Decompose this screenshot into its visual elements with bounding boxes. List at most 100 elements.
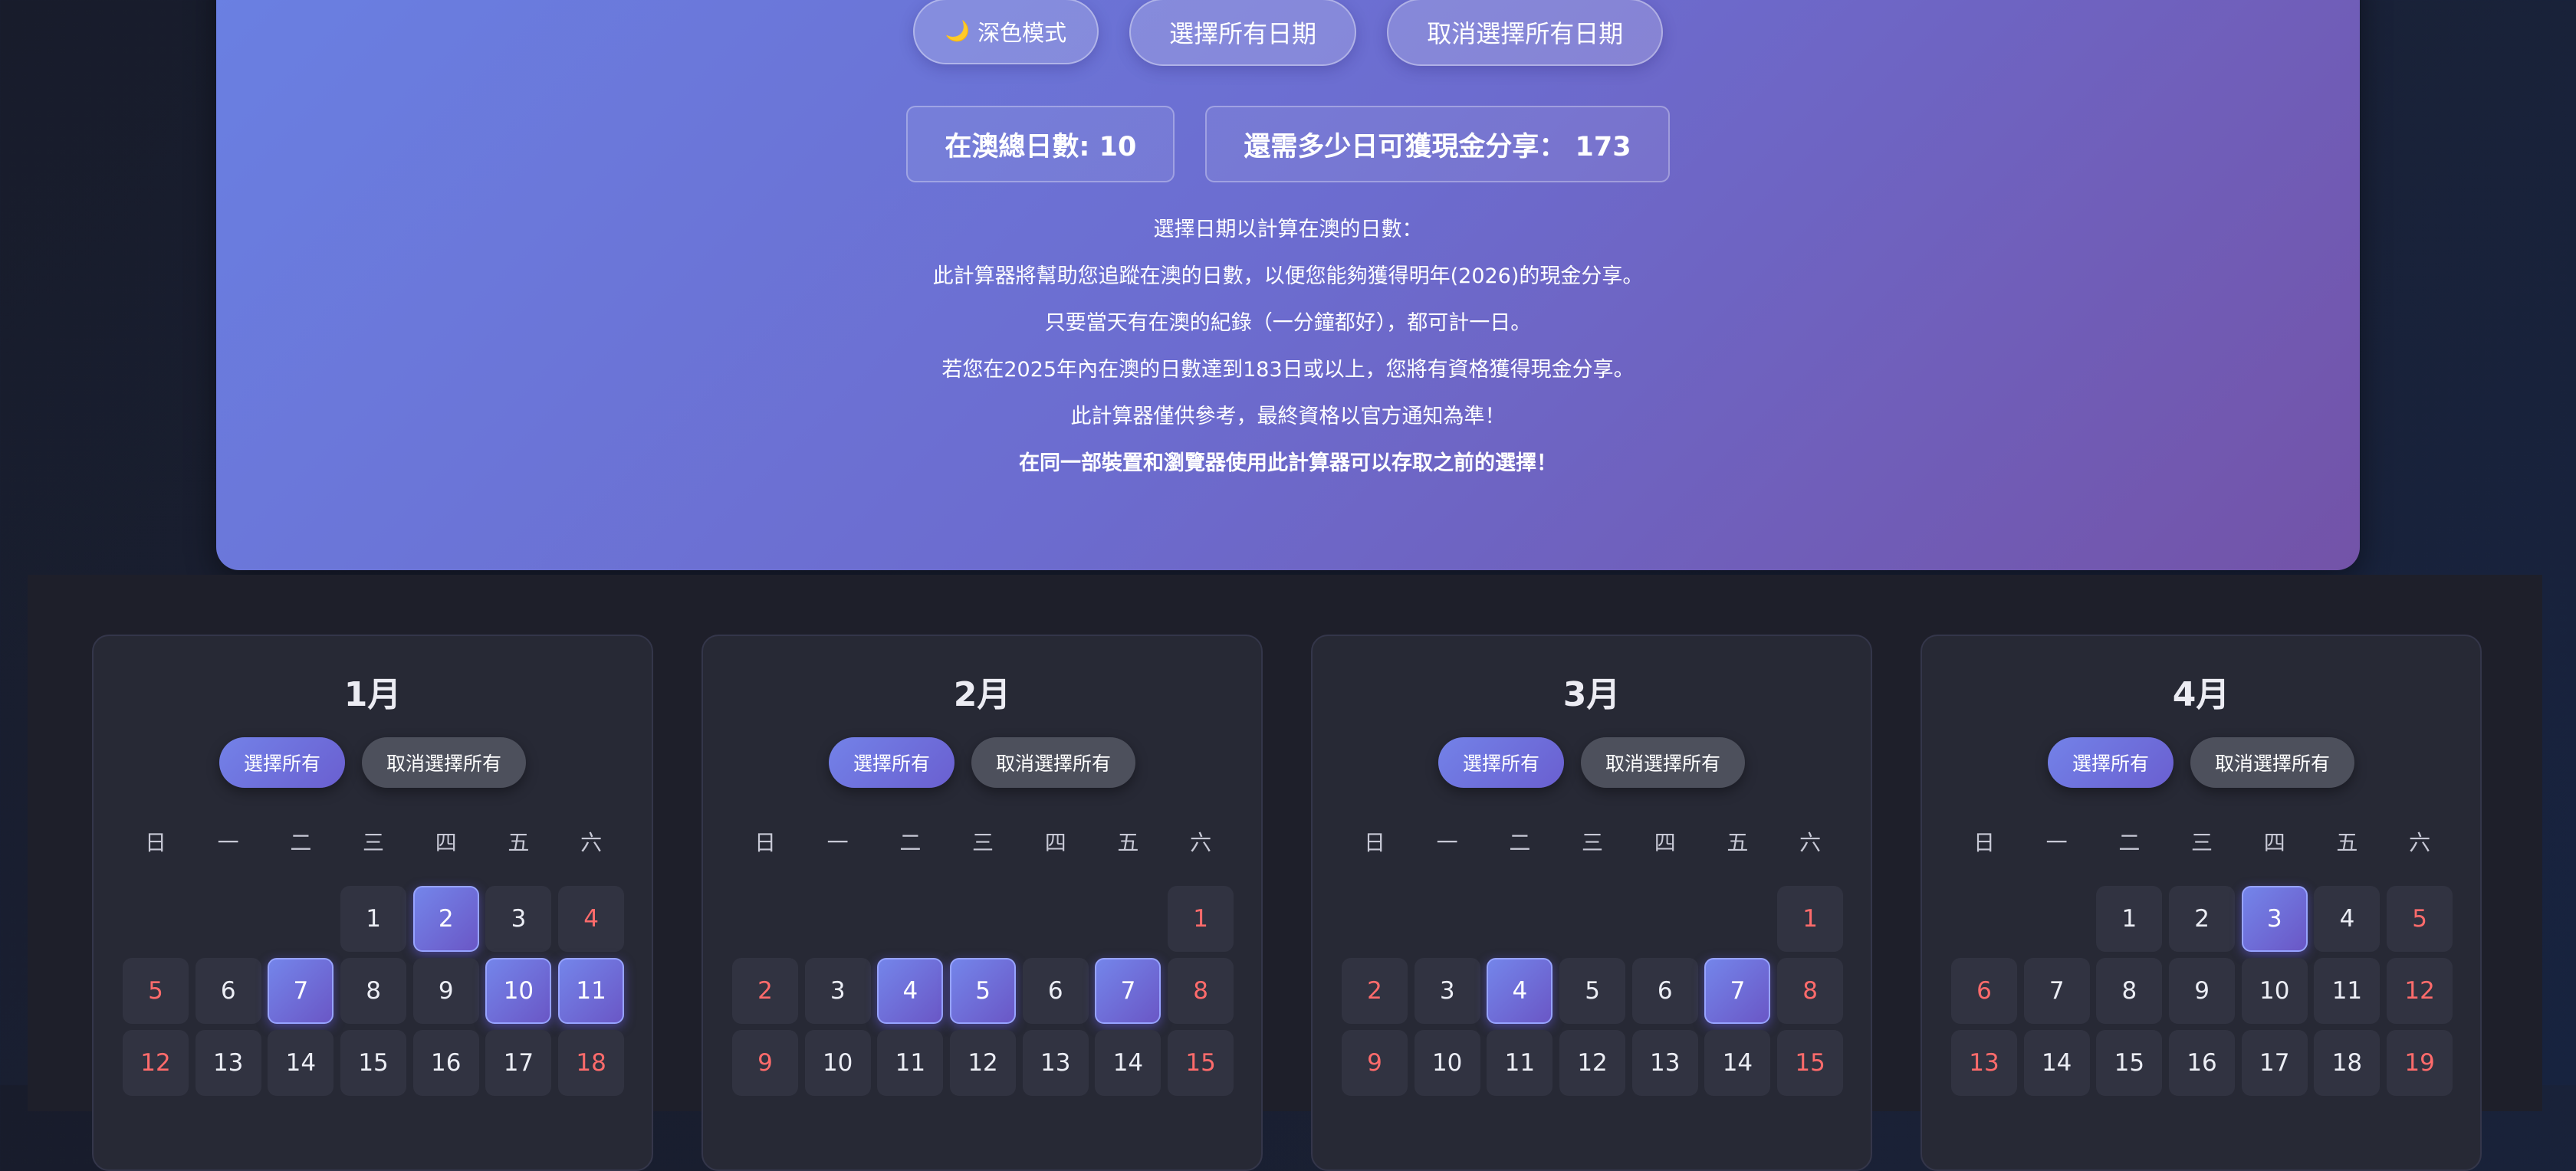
day-cell[interactable]: 2 bbox=[2169, 886, 2236, 952]
instruction-line: 此計算器僅供參考，最終資格以官方通知為準！ bbox=[1070, 405, 1506, 428]
day-cell[interactable]: 14 bbox=[1704, 1030, 1771, 1096]
day-cell[interactable]: 15 bbox=[1168, 1030, 1234, 1096]
instruction-line: 若您在2025年內在澳的日數達到183日或以上，您將有資格獲得現金分享。 bbox=[941, 358, 1635, 382]
day-cell[interactable]: 6 bbox=[1951, 958, 2017, 1024]
day-cell[interactable]: 1 bbox=[2096, 886, 2163, 952]
day-cell[interactable]: 18 bbox=[558, 1030, 625, 1096]
day-cell[interactable]: 9 bbox=[2169, 958, 2236, 1024]
month-deselect-all-button[interactable]: 取消選擇所有 bbox=[2190, 737, 2355, 788]
day-cell[interactable]: 1 bbox=[1777, 886, 1844, 952]
day-cell[interactable]: 17 bbox=[2241, 1030, 2308, 1096]
day-cell[interactable]: 19 bbox=[2387, 1030, 2453, 1096]
deselect-all-dates-button[interactable]: 取消選擇所有日期 bbox=[1387, 0, 1664, 66]
select-all-dates-button[interactable]: 選擇所有日期 bbox=[1129, 0, 1357, 66]
day-cell[interactable]: 13 bbox=[195, 1030, 261, 1096]
dark-mode-label: 深色模式 bbox=[978, 20, 1067, 46]
day-cell[interactable]: 5 bbox=[2387, 886, 2453, 952]
day-grid: 1 2 3 4 5 6 7 8 9 10 11 12 13 14 15 16 17 18 19 bbox=[1951, 886, 2456, 1096]
day-cell[interactable]: 7 bbox=[1095, 958, 1162, 1024]
day-blank bbox=[1487, 886, 1552, 952]
weekday-header: 日一二三四五六 bbox=[1342, 826, 1846, 857]
day-grid: 1 2 3 4 5 6 7 8 9 10 11 12 13 14 15 16 17 18 bbox=[123, 886, 627, 1096]
day-cell[interactable]: 7 bbox=[268, 958, 334, 1024]
dark-mode-button[interactable]: 🌙 深色模式 bbox=[912, 0, 1099, 64]
month-card: 3月 選擇所有 取消選擇所有 日一二三四五六 1 2 3 4 5 6 7 8 9 10 11 12 13… bbox=[1311, 635, 1872, 1171]
day-cell[interactable]: 5 bbox=[123, 958, 189, 1024]
day-cell[interactable]: 4 bbox=[877, 958, 944, 1024]
day-cell[interactable]: 13 bbox=[1022, 1030, 1089, 1096]
day-cell[interactable]: 3 bbox=[2241, 886, 2308, 952]
day-cell[interactable]: 14 bbox=[1095, 1030, 1162, 1096]
day-cell[interactable]: 13 bbox=[1631, 1030, 1698, 1096]
weekday-label: 三 bbox=[2191, 830, 2213, 855]
day-cell[interactable]: 13 bbox=[1951, 1030, 2017, 1096]
day-cell[interactable]: 16 bbox=[412, 1030, 479, 1096]
day-cell[interactable]: 15 bbox=[1777, 1030, 1844, 1096]
day-cell[interactable]: 4 bbox=[1487, 958, 1553, 1024]
month-button-row: 選擇所有 取消選擇所有 bbox=[94, 737, 652, 788]
month-select-all-button[interactable]: 選擇所有 bbox=[828, 737, 955, 788]
month-button-row: 選擇所有 取消選擇所有 bbox=[1313, 737, 1871, 788]
day-cell[interactable]: 4 bbox=[2314, 886, 2380, 952]
day-cell[interactable]: 10 bbox=[1414, 1030, 1480, 1096]
day-cell[interactable]: 6 bbox=[1631, 958, 1698, 1024]
day-cell[interactable]: 7 bbox=[2023, 958, 2090, 1024]
month-deselect-all-button[interactable]: 取消選擇所有 bbox=[1581, 737, 1746, 788]
day-cell[interactable]: 5 bbox=[1559, 958, 1626, 1024]
day-cell[interactable]: 1 bbox=[1168, 886, 1234, 952]
day-cell[interactable]: 11 bbox=[1487, 1030, 1553, 1096]
month-deselect-all-button[interactable]: 取消選擇所有 bbox=[362, 737, 527, 788]
day-cell[interactable]: 5 bbox=[950, 958, 1017, 1024]
day-cell[interactable]: 3 bbox=[804, 958, 871, 1024]
day-cell[interactable]: 3 bbox=[1414, 958, 1480, 1024]
day-cell[interactable]: 10 bbox=[2241, 958, 2308, 1024]
day-cell[interactable]: 14 bbox=[2023, 1030, 2090, 1096]
day-cell[interactable]: 1 bbox=[340, 886, 407, 952]
day-cell[interactable]: 12 bbox=[950, 1030, 1017, 1096]
day-cell[interactable]: 8 bbox=[1777, 958, 1844, 1024]
month-title: 3月 bbox=[1562, 675, 1621, 714]
day-cell[interactable]: 10 bbox=[485, 958, 552, 1024]
day-cell[interactable]: 2 bbox=[732, 958, 798, 1024]
day-cell[interactable]: 11 bbox=[2314, 958, 2380, 1024]
day-cell[interactable]: 14 bbox=[268, 1030, 334, 1096]
day-cell[interactable]: 12 bbox=[1559, 1030, 1626, 1096]
month-select-all-button[interactable]: 選擇所有 bbox=[2047, 737, 2174, 788]
day-cell[interactable]: 11 bbox=[877, 1030, 944, 1096]
weekday-label: 三 bbox=[972, 830, 994, 855]
day-cell[interactable]: 12 bbox=[2387, 958, 2453, 1024]
header-panel: 🌙 深色模式 選擇所有日期 取消選擇所有日期 在澳總日數: 10 還需多少日可獲… bbox=[216, 0, 2360, 570]
day-cell[interactable]: 6 bbox=[1022, 958, 1089, 1024]
weekday-label: 六 bbox=[1799, 830, 1822, 855]
day-cell[interactable]: 15 bbox=[340, 1030, 407, 1096]
day-cell[interactable]: 15 bbox=[2096, 1030, 2163, 1096]
day-cell[interactable]: 3 bbox=[485, 886, 552, 952]
day-cell[interactable]: 8 bbox=[340, 958, 407, 1024]
day-cell[interactable]: 12 bbox=[123, 1030, 189, 1096]
day-cell[interactable]: 4 bbox=[558, 886, 625, 952]
day-blank bbox=[950, 886, 1016, 952]
day-cell[interactable]: 11 bbox=[558, 958, 625, 1024]
month-title: 2月 bbox=[953, 675, 1011, 714]
day-cell[interactable]: 7 bbox=[1704, 958, 1771, 1024]
day-cell[interactable]: 17 bbox=[485, 1030, 552, 1096]
day-cell[interactable]: 8 bbox=[2096, 958, 2163, 1024]
stats-row: 在澳總日數: 10 還需多少日可獲現金分享： 173 bbox=[216, 106, 2360, 182]
month-select-all-button[interactable]: 選擇所有 bbox=[219, 737, 345, 788]
day-cell[interactable]: 10 bbox=[804, 1030, 871, 1096]
day-cell[interactable]: 9 bbox=[412, 958, 479, 1024]
month-select-all-button[interactable]: 選擇所有 bbox=[1438, 737, 1564, 788]
day-blank bbox=[732, 886, 798, 952]
day-cell[interactable]: 2 bbox=[1342, 958, 1408, 1024]
day-cell[interactable]: 9 bbox=[1342, 1030, 1408, 1096]
day-blank bbox=[805, 886, 871, 952]
weekday-label: 日 bbox=[144, 830, 166, 855]
weekday-header: 日一二三四五六 bbox=[123, 826, 627, 857]
day-cell[interactable]: 6 bbox=[195, 958, 261, 1024]
day-cell[interactable]: 9 bbox=[732, 1030, 798, 1096]
day-cell[interactable]: 16 bbox=[2169, 1030, 2236, 1096]
day-cell[interactable]: 2 bbox=[412, 886, 479, 952]
day-cell[interactable]: 18 bbox=[2314, 1030, 2380, 1096]
month-deselect-all-button[interactable]: 取消選擇所有 bbox=[971, 737, 1136, 788]
day-cell[interactable]: 8 bbox=[1168, 958, 1234, 1024]
